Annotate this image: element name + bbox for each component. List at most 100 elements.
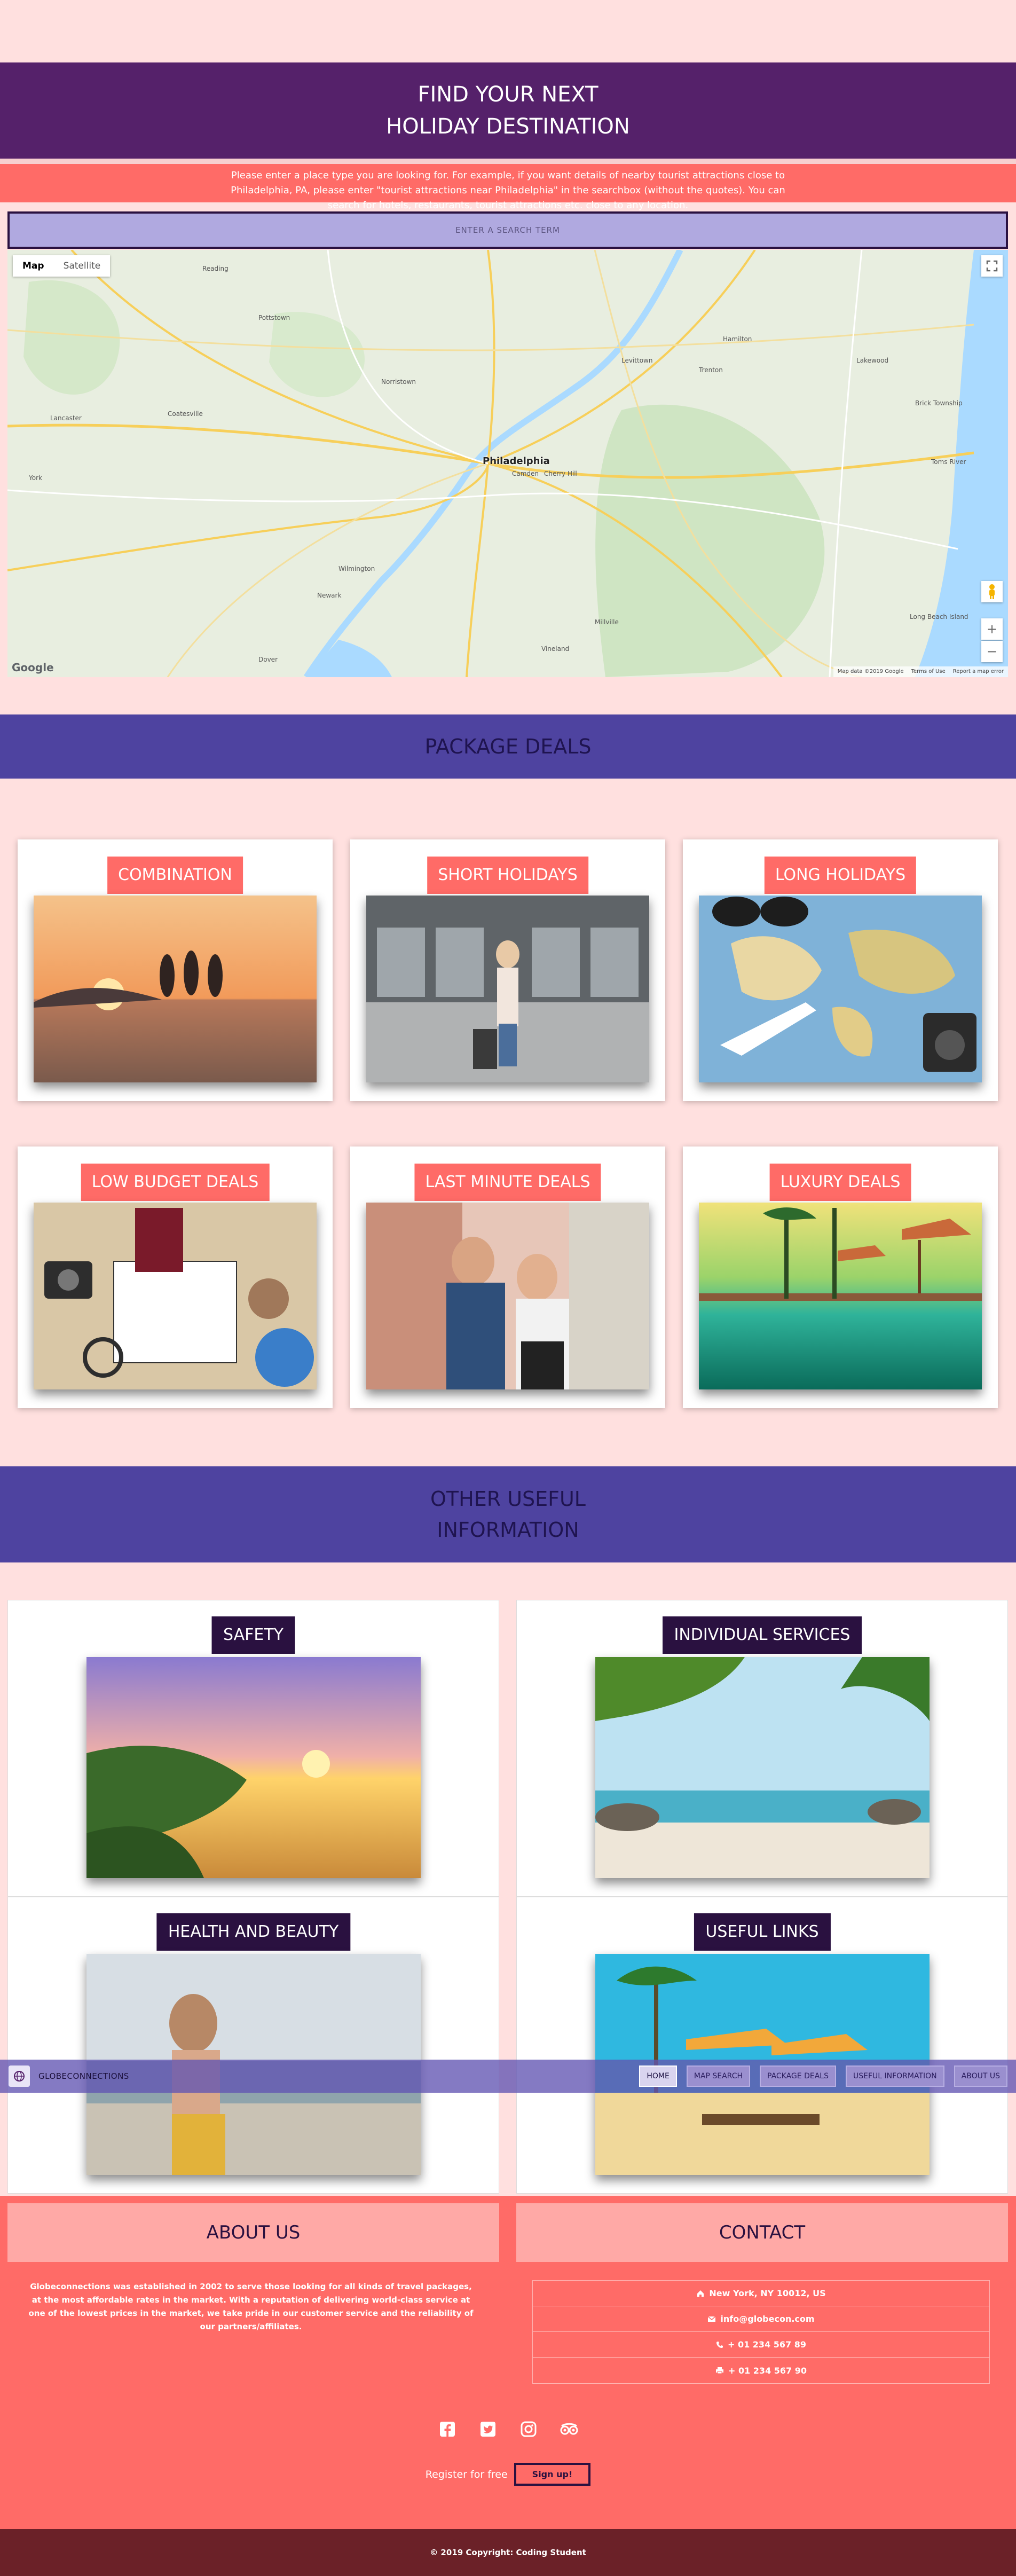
map-type-satellite-button[interactable]: Satellite xyxy=(54,255,111,277)
package-card[interactable]: LOW BUDGET DEALS xyxy=(18,1146,333,1408)
zoom-in-icon[interactable]: + xyxy=(981,618,1003,640)
tripadvisor-icon[interactable] xyxy=(560,2420,578,2438)
info-card[interactable]: SAFETY xyxy=(7,1600,499,1897)
report-error-link[interactable]: Report a map error xyxy=(953,666,1004,677)
about-text: Globeconnections was established in 2002… xyxy=(28,2282,474,2331)
terms-link[interactable]: Terms of Use xyxy=(911,666,946,677)
contact-fax: + 01 234 567 90 xyxy=(533,2358,989,2383)
nav-links: HOME MAP SEARCH PACKAGE DEALS USEFUL INF… xyxy=(639,2065,1007,2087)
about-heading: ABOUT US xyxy=(7,2203,499,2262)
map-town-label: Brick Township xyxy=(915,399,963,407)
package-image xyxy=(699,896,982,1082)
facebook-icon[interactable] xyxy=(438,2420,456,2438)
fullscreen-icon[interactable] xyxy=(981,255,1003,277)
map-town-label: Hamilton xyxy=(723,335,752,343)
map-town-label: Millville xyxy=(595,618,619,626)
map-credits: Map data ©2019 Google Terms of Use Repor… xyxy=(833,666,1008,677)
info-title: SAFETY xyxy=(211,1616,295,1654)
phone-icon xyxy=(716,2341,723,2348)
map-town-label: Dover xyxy=(258,656,278,663)
navbar: GLOBECONNECTIONS HOME MAP SEARCH PACKAGE… xyxy=(0,2060,1016,2093)
about-title: ABOUT US xyxy=(206,2222,301,2243)
package-deals-banner: PACKAGE DEALS xyxy=(0,714,1016,779)
map-type-map-button[interactable]: Map xyxy=(13,255,54,277)
brand-name[interactable]: GLOBECONNECTIONS xyxy=(38,2071,129,2081)
zoom-out-icon[interactable]: − xyxy=(981,641,1003,662)
pegman-icon[interactable] xyxy=(981,581,1003,602)
map-city-label: Philadelphia xyxy=(483,455,550,467)
map-town-label: Reading xyxy=(202,265,229,272)
map-data-credit: Map data ©2019 Google xyxy=(837,669,904,674)
nav-link-about-us[interactable]: ABOUT US xyxy=(954,2065,1007,2087)
footer: ABOUT US CONTACT Globeconnections was es… xyxy=(0,2196,1016,2529)
map-type-toggle: Map Satellite xyxy=(13,255,111,277)
map-town-label: Toms River xyxy=(931,458,966,466)
package-title: LOW BUDGET DEALS xyxy=(81,1164,270,1201)
info-title: HEALTH AND BEAUTY xyxy=(156,1913,351,1951)
signup-button[interactable]: Sign up! xyxy=(514,2463,591,2486)
map-town-label: York xyxy=(29,474,42,482)
useful-info-heading-line1: OTHER USEFUL xyxy=(430,1487,586,1511)
map-view[interactable]: Philadelphia Reading Trenton Lancaster W… xyxy=(7,250,1008,677)
package-image xyxy=(34,1203,317,1389)
search-input[interactable] xyxy=(7,211,1008,249)
map-town-label: Vineland xyxy=(541,645,570,653)
contact-email: info@globecon.com xyxy=(533,2306,989,2332)
package-card[interactable]: LONG HOLIDAYS xyxy=(683,839,998,1101)
map-town-label: Levittown xyxy=(621,357,653,364)
map-town-label: Cherry Hill xyxy=(544,470,578,477)
package-title: LAST MINUTE DEALS xyxy=(414,1164,601,1201)
map-town-label: Long Beach Island xyxy=(910,613,968,621)
useful-info-heading-line2: INFORMATION xyxy=(437,1518,579,1542)
contact-title: CONTACT xyxy=(719,2222,806,2243)
print-icon xyxy=(715,2367,723,2374)
nav-link-package-deals[interactable]: PACKAGE DEALS xyxy=(760,2065,836,2087)
info-title: USEFUL LINKS xyxy=(694,1913,831,1951)
info-card[interactable]: USEFUL LINKS xyxy=(516,1897,1008,2194)
package-title: SHORT HOLIDAYS xyxy=(427,857,588,894)
info-card[interactable]: HEALTH AND BEAUTY xyxy=(7,1897,499,2194)
map-town-label: Wilmington xyxy=(338,565,375,572)
map-town-label: Pottstown xyxy=(258,314,290,321)
package-card[interactable]: SHORT HOLIDAYS xyxy=(350,839,665,1101)
nav-link-map-search[interactable]: MAP SEARCH xyxy=(686,2065,751,2087)
info-image xyxy=(86,1657,421,1878)
package-card[interactable]: LAST MINUTE DEALS xyxy=(350,1146,665,1408)
package-title: LONG HOLIDAYS xyxy=(764,857,917,894)
map-town-label: Lakewood xyxy=(856,357,889,364)
package-deals-heading: PACKAGE DEALS xyxy=(424,735,592,758)
map-town-label: Trenton xyxy=(699,366,723,374)
hero-title-line1: FIND YOUR NEXT xyxy=(418,82,598,107)
intro-text: Please enter a place type you are lookin… xyxy=(0,164,1016,211)
package-card[interactable]: COMBINATION xyxy=(18,839,333,1101)
package-image xyxy=(699,1203,982,1389)
register-row: Register for free Sign up! xyxy=(0,2463,1016,2486)
hero-divider xyxy=(0,159,1016,164)
google-logo: Google xyxy=(12,661,54,674)
map-town-label: Coatesville xyxy=(168,410,203,418)
contact-phone: + 01 234 567 89 xyxy=(533,2332,989,2358)
package-image xyxy=(34,896,317,1082)
globe-icon[interactable] xyxy=(9,2065,30,2087)
register-text: Register for free xyxy=(425,2468,508,2480)
copyright-bar: © 2019 Copyright: Coding Student xyxy=(0,2529,1016,2576)
twitter-icon[interactable] xyxy=(479,2420,497,2438)
nav-link-useful-information[interactable]: USEFUL INFORMATION xyxy=(845,2065,944,2087)
contact-address: New York, NY 10012, US xyxy=(533,2281,989,2306)
nav-link-home[interactable]: HOME xyxy=(639,2065,677,2087)
hero-banner: FIND YOUR NEXT HOLIDAY DESTINATION xyxy=(0,62,1016,159)
phone-text: + 01 234 567 89 xyxy=(727,2339,806,2350)
info-card[interactable]: INDIVIDUAL SERVICES xyxy=(516,1600,1008,1897)
info-image xyxy=(595,1657,930,1878)
package-title: LUXURY DEALS xyxy=(769,1164,911,1201)
instagram-icon[interactable] xyxy=(519,2420,538,2438)
map-town-label: Camden xyxy=(512,470,539,477)
email-text[interactable]: info@globecon.com xyxy=(720,2314,814,2324)
map-town-label: Newark xyxy=(317,592,342,599)
social-links xyxy=(0,2420,1016,2438)
package-card[interactable]: LUXURY DEALS xyxy=(683,1146,998,1408)
copyright-text: © 2019 Copyright: Coding Student xyxy=(430,2548,586,2557)
address-text: New York, NY 10012, US xyxy=(709,2288,826,2298)
map-town-label: Lancaster xyxy=(50,414,82,422)
package-image xyxy=(366,1203,649,1389)
